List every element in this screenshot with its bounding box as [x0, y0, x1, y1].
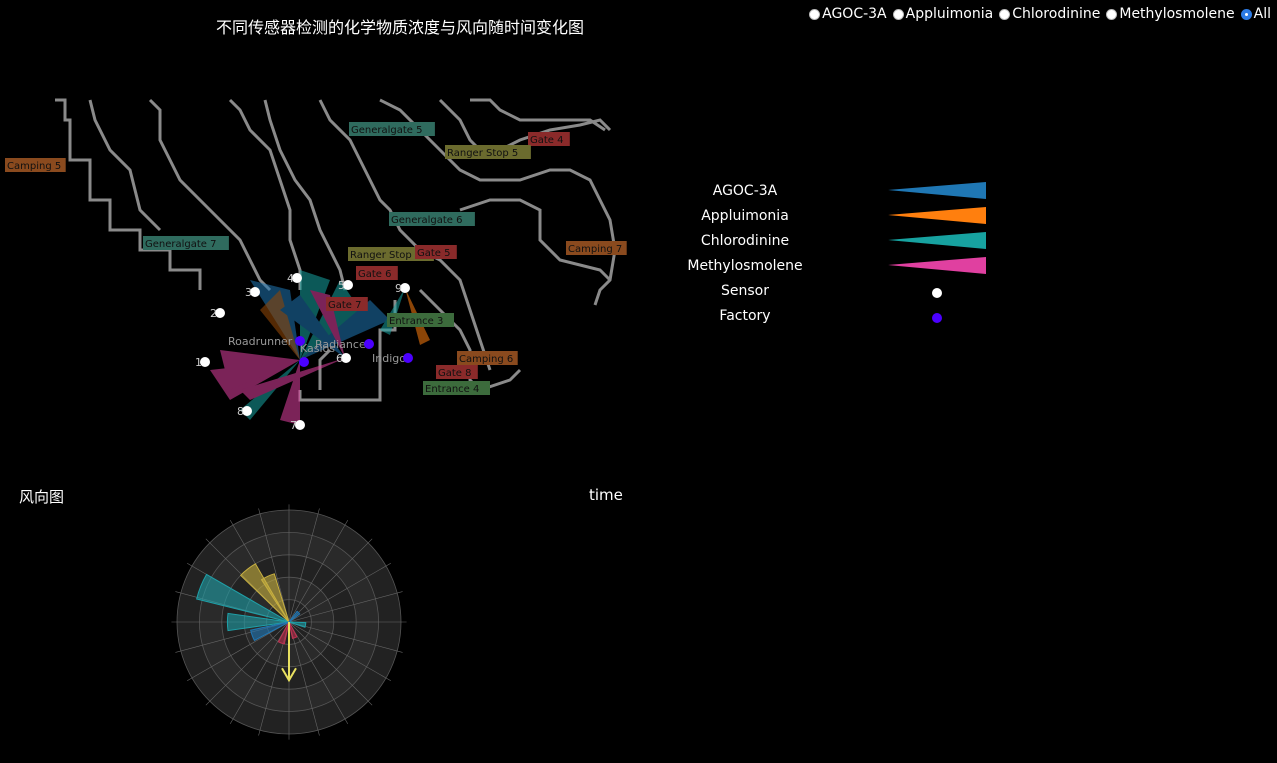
legend-wedge-icon	[888, 231, 988, 251]
svg-text:Generalgate 6: Generalgate 6	[391, 215, 463, 226]
legend-label: Methylosmolene	[687, 257, 803, 274]
radio-all[interactable]: All	[1240, 6, 1271, 22]
factory-label: Radiance	[315, 338, 366, 351]
svg-text:Entrance 3: Entrance 3	[389, 316, 443, 327]
sensor-label: 7	[290, 419, 297, 432]
map-label: Gate 5	[415, 245, 457, 259]
svg-text:Camping 6: Camping 6	[459, 354, 513, 365]
legend-dot-icon	[888, 281, 988, 301]
legend-item: Chlorodinine	[680, 228, 1020, 253]
svg-text:Camping 5: Camping 5	[7, 161, 61, 172]
sensor-label: 6	[336, 352, 343, 365]
radio-label: All	[1253, 6, 1271, 22]
svg-text:Generalgate 5: Generalgate 5	[351, 125, 423, 136]
map-label: Gate 7	[326, 297, 368, 311]
page-title: 不同传感器检测的化学物质浓度与风向随时间变化图	[215, 18, 584, 37]
map-label: Entrance 3	[387, 313, 454, 327]
sensor-label: 9	[395, 282, 402, 295]
map-label: Camping 7	[566, 241, 627, 255]
legend-label: Appluimonia	[701, 207, 789, 224]
factory-marker[interactable]	[403, 353, 413, 363]
map-label: Gate 8	[436, 365, 478, 379]
legend-wedge-icon	[888, 181, 988, 201]
legend: AGOC-3A Appluimonia Chlorodinine Methylosmo…	[680, 178, 1020, 328]
radio-dot-selected[interactable]	[1240, 8, 1252, 20]
svg-text:Generalgate 7: Generalgate 7	[145, 239, 217, 250]
map-label: Generalgate 5	[349, 122, 435, 136]
map-label: Camping 6	[457, 351, 518, 365]
sensor-label: 1	[195, 356, 202, 369]
factory-marker[interactable]	[295, 336, 305, 346]
chemical-radio-group: AGOC-3A Appluimonia Chlorodinine Methylo…	[809, 6, 1271, 22]
radio-label: Chlorodinine	[1012, 6, 1101, 22]
wedge-shape	[888, 256, 986, 274]
factory-label: Indigo	[372, 352, 406, 365]
legend-wedge-icon	[888, 206, 988, 226]
wedge-shape	[888, 206, 986, 224]
radio-label: AGOC-3A	[822, 6, 887, 22]
radio-label: Methylosmolene	[1119, 6, 1235, 22]
radio-chlorodinine[interactable]: Chlorodinine	[999, 6, 1100, 22]
legend-dot-icon	[888, 306, 988, 326]
legend-item: AGOC-3A	[680, 178, 1020, 203]
sensor-label: 4	[287, 272, 294, 285]
map-label: Entrance 4	[423, 381, 490, 395]
sensor-marker[interactable]: 2	[210, 307, 225, 320]
radio-appluimonia[interactable]: Appluimonia	[892, 6, 994, 22]
factory-label: Roadrunner	[228, 335, 293, 348]
svg-text:Gate 7: Gate 7	[328, 300, 362, 311]
radio-dot[interactable]	[999, 8, 1011, 20]
map-label: Gate 4	[528, 132, 570, 146]
sensor-marker[interactable]: 3	[245, 286, 260, 299]
time-chart-title: time	[589, 486, 623, 504]
svg-text:Entrance 4: Entrance 4	[425, 384, 479, 395]
legend-label: Chlorodinine	[700, 232, 790, 249]
svg-text:Gate 4: Gate 4	[530, 135, 564, 146]
radio-methylosmolene[interactable]: Methylosmolene	[1106, 6, 1235, 22]
dot-shape	[932, 287, 942, 298]
wedge-shape	[888, 181, 986, 199]
map-label: Ranger Stop 5	[445, 145, 531, 159]
map-label: Camping 5	[5, 158, 66, 172]
legend-item: Appluimonia	[680, 203, 1020, 228]
svg-text:Ranger Stop 5: Ranger Stop 5	[447, 148, 518, 159]
legend-wedge-icon	[888, 256, 988, 276]
svg-text:Gate 8: Gate 8	[438, 368, 472, 379]
radio-dot[interactable]	[892, 8, 904, 20]
map-label: Gate 6	[356, 266, 398, 280]
legend-label: Sensor	[721, 282, 769, 299]
legend-item: Methylosmolene	[680, 253, 1020, 278]
legend-label: AGOC-3A	[712, 182, 778, 199]
svg-text:Gate 5: Gate 5	[417, 248, 451, 259]
svg-text:Camping 7: Camping 7	[568, 244, 622, 255]
sensor-marker[interactable]: 1	[195, 356, 210, 369]
sensor-label: 2	[210, 307, 217, 320]
svg-text:Ranger Stop 6: Ranger Stop 6	[350, 250, 421, 261]
radio-dot[interactable]	[1106, 8, 1118, 20]
map-label: Generalgate 7	[143, 236, 229, 250]
wedge-shape	[888, 231, 986, 249]
sensor-label: 3	[245, 286, 252, 299]
legend-item: Sensor	[680, 278, 1020, 303]
radio-label: Appluimonia	[905, 6, 994, 22]
sensor-label: 8	[237, 405, 244, 418]
sensor-marker[interactable]: 6	[336, 352, 351, 365]
factory-marker[interactable]	[299, 357, 309, 367]
radio-agoc-3a[interactable]: AGOC-3A	[809, 6, 887, 22]
svg-text:Gate 6: Gate 6	[358, 269, 392, 280]
map-labels: Camping 5 Generalgate 5 Gate 4 Ranger Stop …	[5, 122, 627, 395]
legend-label: Factory	[719, 307, 771, 324]
map-label: Generalgate 6	[389, 212, 475, 226]
factory-marker[interactable]	[364, 339, 374, 349]
radio-dot[interactable]	[809, 8, 821, 20]
wind-rose-chart	[171, 504, 407, 740]
sensor-label: 5	[338, 279, 345, 292]
dot-shape	[932, 312, 942, 323]
legend-item: Factory	[680, 303, 1020, 328]
sensor-marker[interactable]: 7	[290, 419, 305, 432]
wind-chart-title: 风向图	[19, 488, 65, 506]
map-chart: Camping 5 Generalgate 5 Gate 4 Ranger Stop …	[5, 98, 627, 432]
